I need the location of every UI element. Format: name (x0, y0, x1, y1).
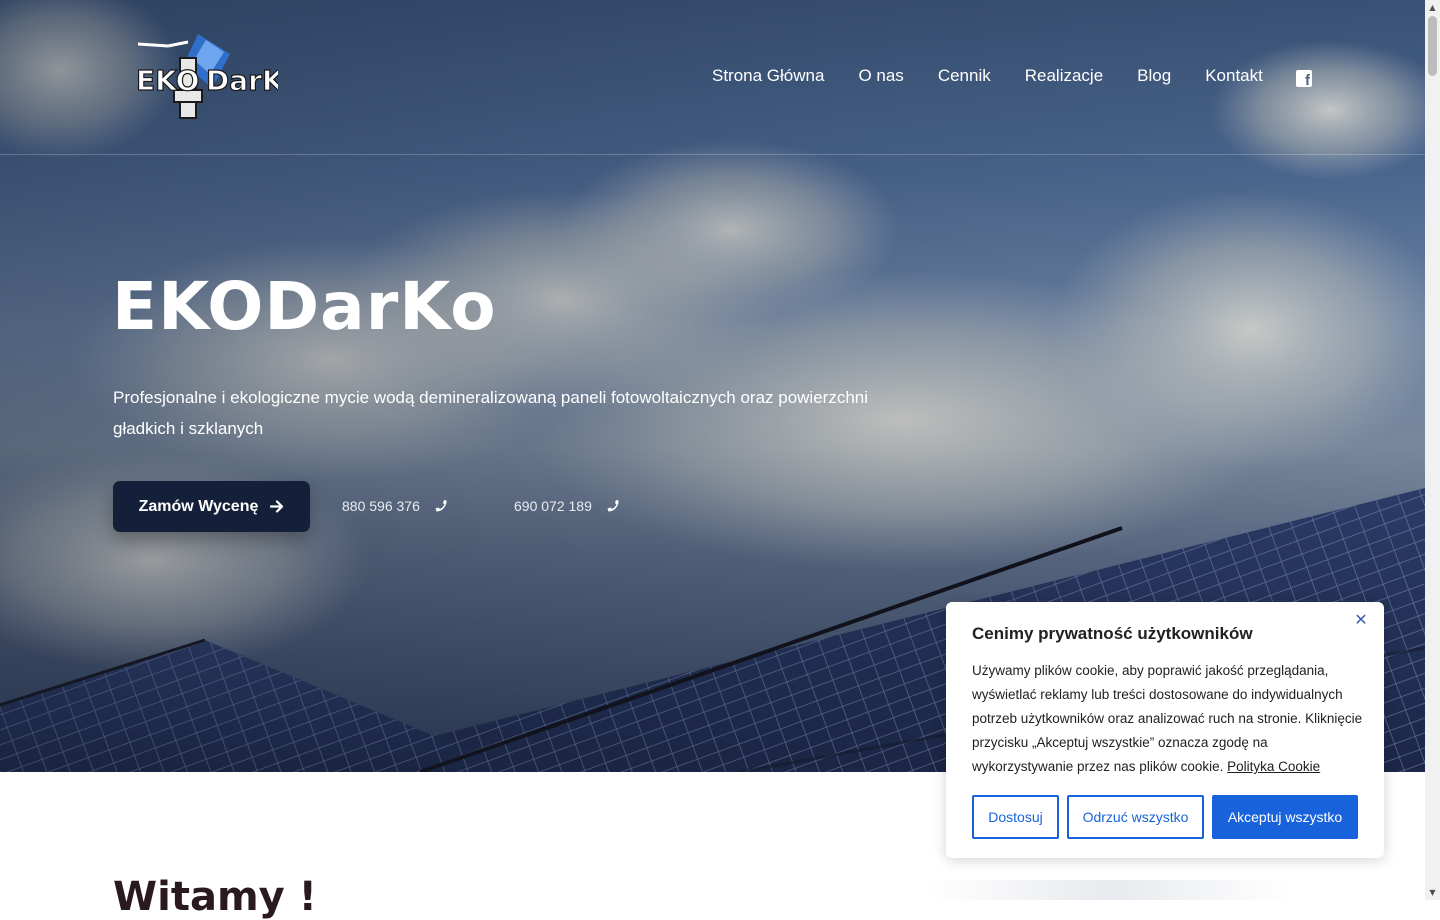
close-icon[interactable]: ✕ (1352, 611, 1370, 629)
nav-strona-glowna[interactable]: Strona Główna (712, 66, 824, 86)
svg-text:EKO: EKO (136, 64, 199, 97)
hero-title: EKODarKo (112, 268, 497, 345)
nav-kontakt[interactable]: Kontakt (1205, 66, 1263, 86)
facebook-icon[interactable]: f (1296, 70, 1312, 88)
customize-button[interactable]: Dostosuj (972, 795, 1059, 839)
hero-subtitle: Profesjonalne i ekologiczne mycie wodą d… (113, 388, 869, 438)
phone-icon (607, 500, 619, 512)
order-quote-label: Zamów Wycenę (138, 497, 259, 515)
scrollbar[interactable]: ▲ ▼ (1425, 0, 1440, 900)
svg-text:DarKo: DarKo (206, 64, 278, 97)
nav-o-nas[interactable]: O nas (858, 66, 903, 86)
phone-number-1: 880 596 376 (342, 498, 420, 514)
cookie-consent-banner: Cenimy prywatność użytkowników ✕ Używamy… (946, 602, 1384, 858)
cookie-description: Używamy plików cookie, aby poprawić jako… (972, 663, 1363, 774)
logo[interactable]: EKO DarKo (128, 30, 278, 126)
main-nav: Strona Główna O nas Cennik Realizacje Bl… (712, 66, 1297, 86)
cookie-policy-link[interactable]: Polityka Cookie (1227, 759, 1320, 774)
nav-realizacje[interactable]: Realizacje (1025, 66, 1103, 86)
accept-all-button[interactable]: Akceptuj wszystko (1212, 795, 1358, 839)
order-quote-button[interactable]: Zamów Wycenę (113, 481, 310, 532)
welcome-heading: Witamy ! (113, 874, 317, 920)
reject-all-button[interactable]: Odrzuć wszystko (1067, 795, 1204, 839)
scroll-up-arrow-icon[interactable]: ▲ (1425, 0, 1440, 15)
nav-blog[interactable]: Blog (1137, 66, 1171, 86)
scrollbar-thumb[interactable] (1428, 16, 1437, 76)
phone-link-1[interactable]: 880 596 376 (342, 496, 448, 516)
phone-number-2: 690 072 189 (514, 498, 592, 514)
site-header: EKO DarKo Strona Główna O nas Cennik Rea… (0, 0, 1425, 155)
phone-icon (435, 500, 447, 512)
phone-link-2[interactable]: 690 072 189 (514, 496, 620, 516)
arrow-right-icon (270, 500, 284, 513)
cookie-text: Używamy plików cookie, aby poprawić jako… (972, 659, 1364, 779)
scroll-down-arrow-icon[interactable]: ▼ (1425, 885, 1440, 900)
section-image (930, 880, 1290, 900)
cookie-title: Cenimy prywatność użytkowników (972, 624, 1253, 643)
nav-cennik[interactable]: Cennik (938, 66, 991, 86)
